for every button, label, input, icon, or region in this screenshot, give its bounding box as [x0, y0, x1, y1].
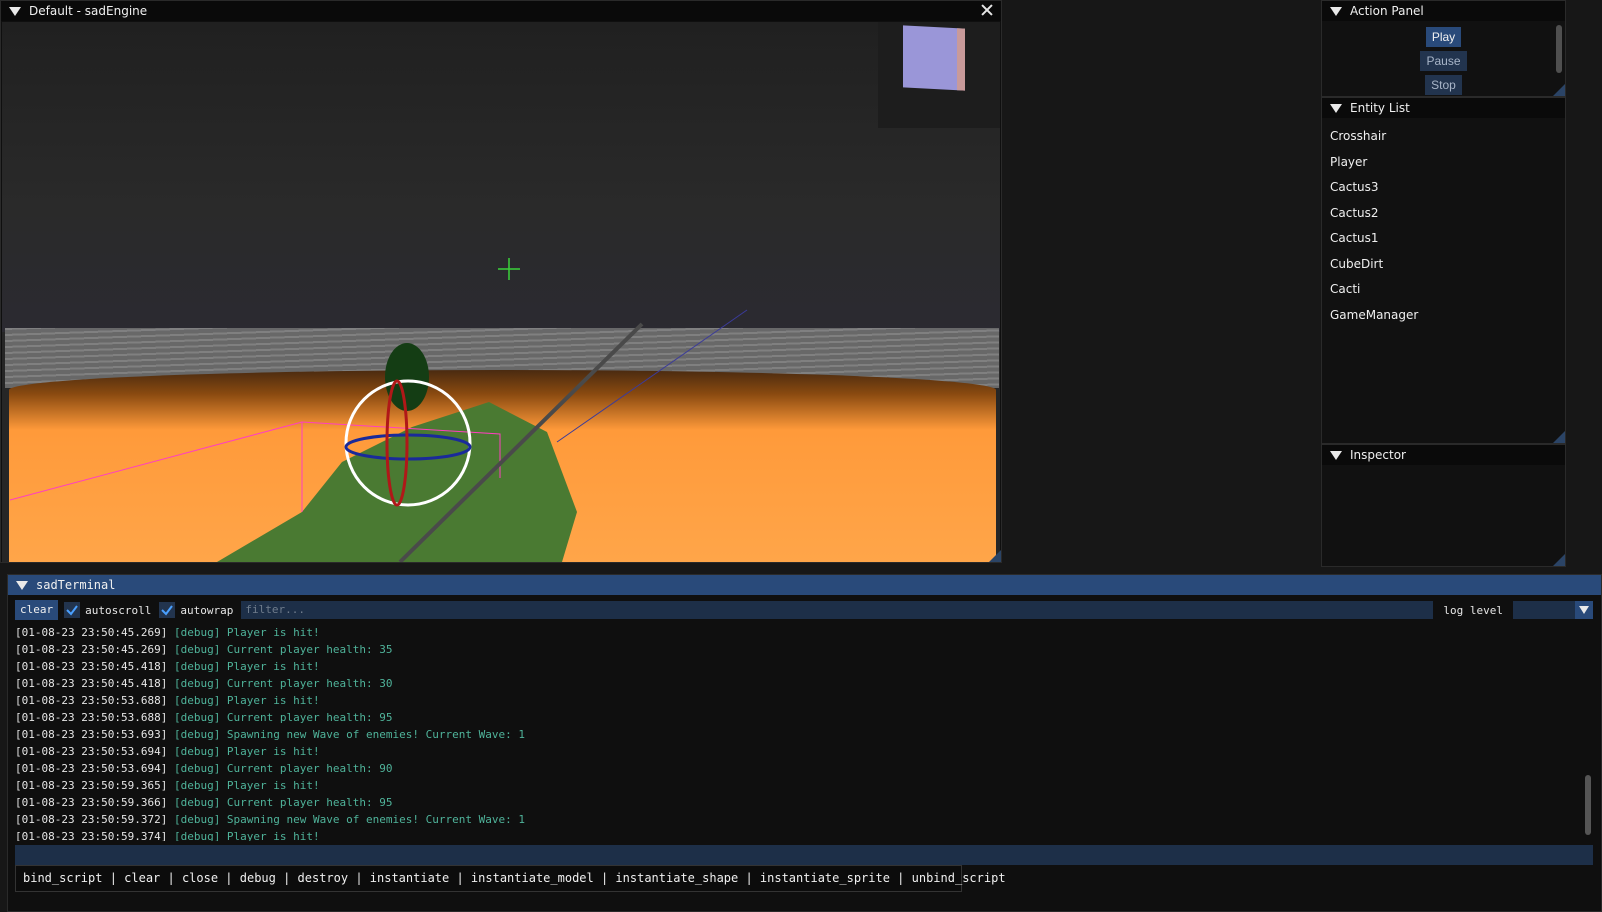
scene-viewport[interactable]	[2, 22, 1000, 562]
viewport-window: Default - sadEngine	[0, 0, 1002, 563]
entity-item[interactable]: Player	[1322, 152, 1565, 172]
green-terrain-shape	[217, 402, 577, 562]
terminal-toolbar: clear autoscroll autowrap filter... log …	[15, 600, 1593, 620]
viewport-titlebar[interactable]: Default - sadEngine	[1, 1, 1001, 21]
resize-grip[interactable]	[1553, 554, 1565, 566]
terminal-window: sadTerminal clear autoscroll autowrap fi…	[7, 574, 1602, 912]
entity-list-titlebar[interactable]: Entity List	[1322, 98, 1565, 118]
entity-item[interactable]: Cactus2	[1322, 203, 1565, 223]
action-panel: Action Panel Play Pause Stop	[1321, 0, 1566, 97]
inspector-panel: Inspector	[1321, 444, 1566, 567]
viewport-title: Default - sadEngine	[29, 4, 148, 18]
terminal-scrollbar[interactable]	[1585, 775, 1591, 835]
autoscroll-checkbox[interactable]	[64, 602, 81, 618]
command-input[interactable]	[15, 845, 1593, 865]
log-line: [01-08-23 23:50:53.694] [debug] Player i…	[15, 745, 320, 758]
resize-grip[interactable]	[989, 550, 1001, 562]
log-line: [01-08-23 23:50:45.269] [debug] Current …	[15, 643, 393, 656]
entity-list-title: Entity List	[1350, 101, 1410, 115]
chevron-down-icon[interactable]	[1575, 601, 1593, 619]
collapse-triangle-icon[interactable]	[9, 6, 21, 16]
log-line: [01-08-23 23:50:59.374] [debug] Player i…	[15, 830, 320, 841]
entity-item[interactable]: GameManager	[1322, 305, 1565, 325]
collapse-triangle-icon[interactable]	[1330, 450, 1342, 460]
log-level-label: log level	[1443, 603, 1503, 617]
command-suggestions: bind_script | clear | close | debug | de…	[15, 865, 1006, 892]
stop-button[interactable]: Stop	[1425, 75, 1462, 95]
pause-button[interactable]: Pause	[1420, 51, 1467, 71]
filter-input[interactable]: filter...	[241, 601, 1434, 619]
log-line: [01-08-23 23:50:45.418] [debug] Current …	[15, 677, 393, 690]
close-icon[interactable]	[979, 2, 995, 18]
action-panel-title: Action Panel	[1350, 4, 1424, 18]
check-icon	[161, 605, 174, 616]
entity-item[interactable]: Cactus1	[1322, 228, 1565, 248]
collapse-triangle-icon[interactable]	[1330, 6, 1342, 16]
log-line: [01-08-23 23:50:53.694] [debug] Current …	[15, 762, 393, 775]
terminal-log[interactable]: [01-08-23 23:50:45.269] [debug] Player i…	[15, 624, 1577, 841]
scene-overlay	[9, 258, 748, 562]
log-line: [01-08-23 23:50:45.418] [debug] Player i…	[15, 660, 320, 673]
cactus-object	[385, 343, 429, 411]
entity-list-panel: Entity List Crosshair Player Cactus3 Cac…	[1321, 97, 1566, 444]
scrollbar[interactable]	[1556, 25, 1562, 73]
entity-item[interactable]: CubeDirt	[1322, 254, 1565, 274]
autoscroll-label: autoscroll	[85, 603, 152, 617]
play-button[interactable]: Play	[1425, 27, 1462, 47]
log-line: [01-08-23 23:50:45.269] [debug] Player i…	[15, 626, 320, 639]
terminal-title: sadTerminal	[36, 578, 116, 592]
terminal-titlebar[interactable]: sadTerminal	[8, 575, 1601, 595]
log-line: [01-08-23 23:50:53.688] [debug] Current …	[15, 711, 393, 724]
log-line: [01-08-23 23:50:53.693] [debug] Spawning…	[15, 728, 525, 741]
entity-item[interactable]: Crosshair	[1322, 126, 1565, 146]
entity-item[interactable]: Cactus3	[1322, 177, 1565, 197]
resize-grip[interactable]	[1553, 84, 1565, 96]
autowrap-checkbox[interactable]	[159, 602, 176, 618]
resize-grip[interactable]	[1553, 431, 1565, 443]
clear-button[interactable]: clear	[15, 600, 59, 620]
log-line: [01-08-23 23:50:59.372] [debug] Spawning…	[15, 813, 525, 826]
collapse-triangle-icon[interactable]	[16, 580, 28, 590]
action-panel-titlebar[interactable]: Action Panel	[1322, 1, 1565, 21]
autowrap-label: autowrap	[180, 603, 234, 617]
entity-list-body: Crosshair Player Cactus3 Cactus2 Cactus1…	[1322, 118, 1565, 443]
cube-preview	[903, 25, 965, 91]
log-level-select[interactable]	[1513, 601, 1593, 619]
check-icon	[66, 605, 78, 616]
log-line: [01-08-23 23:50:59.365] [debug] Player i…	[15, 779, 320, 792]
action-panel-body: Play Pause Stop	[1322, 21, 1565, 96]
inspector-title: Inspector	[1350, 448, 1406, 462]
collapse-triangle-icon[interactable]	[1330, 103, 1342, 113]
entity-item[interactable]: Cacti	[1322, 279, 1565, 299]
inspector-body	[1322, 465, 1565, 566]
log-line: [01-08-23 23:50:59.366] [debug] Current …	[15, 796, 393, 809]
inspector-titlebar[interactable]: Inspector	[1322, 445, 1565, 465]
log-line: [01-08-23 23:50:53.688] [debug] Player i…	[15, 694, 320, 707]
